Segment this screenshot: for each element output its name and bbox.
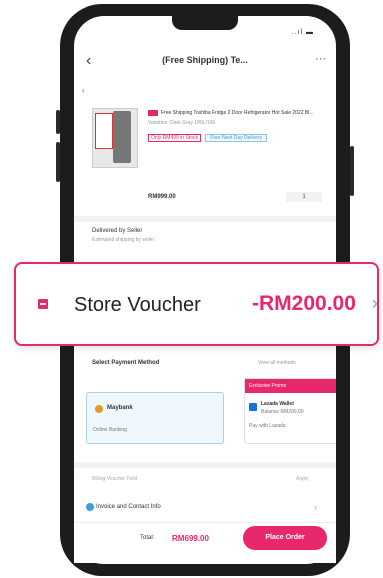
wallet-name: Lazada Wallet: [261, 401, 294, 407]
store-voucher-callout[interactable]: Store Voucher -RM200.00 ›: [14, 262, 379, 346]
invoice-contact-info[interactable]: Invoice and Contact Info: [96, 504, 161, 510]
store-voucher-label: Store Voucher: [74, 294, 201, 316]
maybank-name: Maybank: [107, 405, 133, 411]
product-image[interactable]: [92, 108, 138, 168]
delivery-section[interactable]: Delivered by Seller Estimated shipping b…: [92, 228, 154, 243]
maybank-detail: Online Banking: [93, 427, 127, 433]
wallet-option[interactable]: Exclusive Promo Lazada Wallet Balance RM…: [244, 378, 336, 444]
total-label: Total:: [140, 535, 155, 541]
product-title: Free Shipping Toshiba Fridge 2 Door Refr…: [161, 110, 314, 116]
view-all-methods-link[interactable]: View all methods: [258, 360, 296, 366]
power-button: [350, 146, 354, 196]
apply-button[interactable]: Apply: [296, 476, 309, 482]
quantity-stepper[interactable]: 1: [286, 192, 322, 202]
billing-voucher-field[interactable]: Billing Voucher Field: [92, 476, 137, 482]
status-indicators: ..ıl ▬: [291, 29, 314, 36]
section-divider: [74, 216, 336, 222]
quantity-value: 1: [302, 194, 306, 200]
product-price: RM999.00: [148, 194, 176, 200]
product-variant: Variation: Dark Gray 180L/196: [148, 120, 216, 126]
section-divider: [74, 462, 336, 468]
wallet-balance: Balance RM200.00: [261, 409, 304, 415]
total-amount: RM699.00: [172, 534, 209, 543]
chevron-right-icon[interactable]: ›: [314, 502, 317, 512]
location-icon: ‹: [82, 86, 85, 95]
store-voucher-amount: -RM200.00: [252, 292, 356, 315]
payment-section-title: Select Payment Method: [92, 360, 160, 366]
wallet-note: Pay with Lazada: [249, 423, 286, 429]
chevron-right-icon[interactable]: ›: [372, 293, 378, 314]
info-icon: [86, 503, 94, 511]
page-title: (Free Shipping) Te...: [162, 55, 248, 65]
more-icon[interactable]: ···: [315, 53, 326, 65]
delivery-tag: Free Next Day Delivery: [205, 134, 268, 142]
fridge-image: [113, 111, 131, 163]
maybank-icon: [95, 405, 103, 413]
volume-up-button: [56, 110, 60, 134]
place-order-button[interactable]: Place Order: [243, 526, 327, 550]
navigation-bar: ‹ (Free Shipping) Te... ···: [74, 48, 336, 74]
wallet-icon: [249, 403, 257, 411]
lazmall-badge: [148, 110, 158, 116]
volume-down-button: [56, 142, 60, 182]
notch: [172, 16, 238, 30]
product-info: Free Shipping Toshiba Fridge 2 Door Refr…: [148, 110, 328, 144]
voucher-icon: [38, 299, 48, 309]
delivery-title: Delivered by Seller: [92, 228, 143, 234]
product-badge: [95, 113, 113, 149]
stock-tag: Only RM499 in Stock: [148, 134, 201, 142]
promo-header: Exclusive Promo: [245, 379, 336, 393]
maybank-option[interactable]: Maybank Online Banking: [86, 392, 224, 444]
delivery-detail: Estimated shipping by seller: [92, 237, 155, 243]
